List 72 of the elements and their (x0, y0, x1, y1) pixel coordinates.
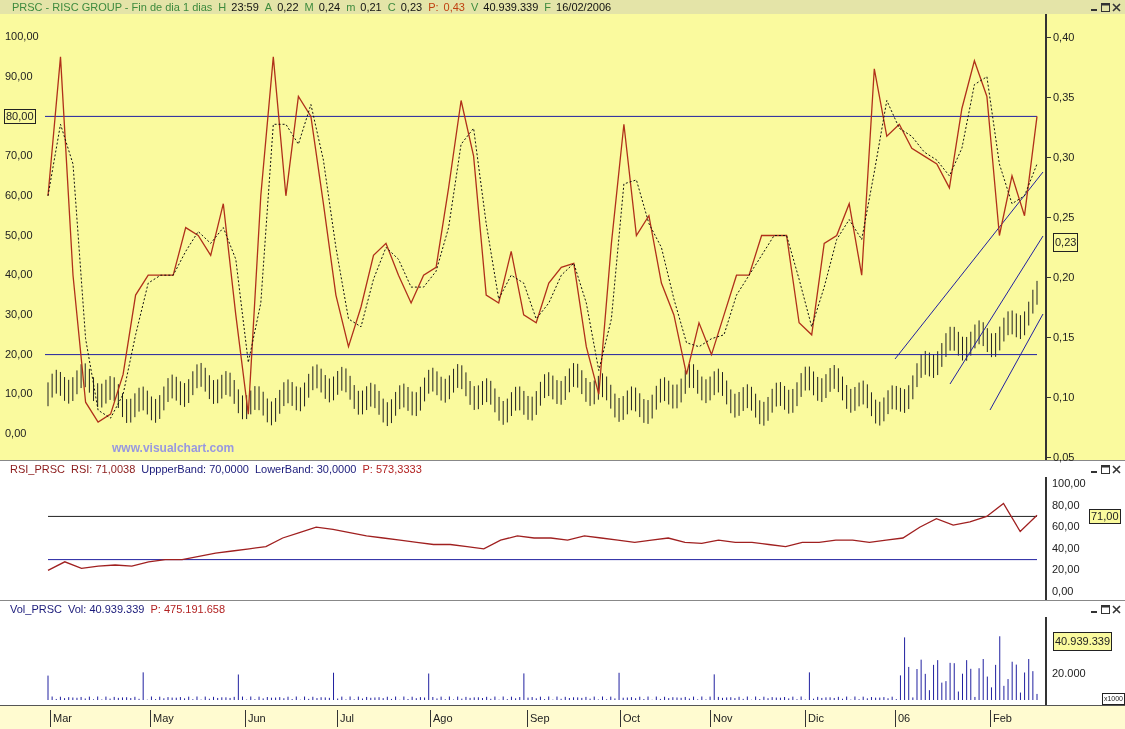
axis-label: 20,00 (1052, 564, 1080, 576)
legend-text: P: 573,3333 (362, 461, 422, 477)
field-value: 0,22 (277, 1, 299, 13)
axis-label: Oct (620, 710, 641, 727)
axis-label: Nov (710, 710, 733, 727)
axis-label: 100,00 (5, 31, 39, 42)
close-icon[interactable] (1112, 464, 1121, 474)
field-label: F (544, 1, 552, 13)
axis-label: 20,00 (5, 348, 33, 360)
axis-label: Jun (245, 710, 266, 727)
axis-label: 30,00 (5, 308, 33, 320)
axis-label: May (150, 710, 174, 727)
field-label: M (304, 1, 314, 13)
axis-label: 0,05 (1053, 449, 1075, 465)
field-label: m (346, 1, 356, 13)
axis-label: 20.000 (1052, 666, 1086, 681)
field-label: V (470, 1, 479, 13)
axis-label: 0,10 (1053, 389, 1075, 405)
axis-label: 0,40 (1053, 29, 1075, 45)
axis-label: Sep (527, 710, 550, 727)
field-label: A (264, 1, 273, 13)
maximize-icon[interactable] (1101, 464, 1110, 474)
axis-label: 90,00 (5, 70, 33, 82)
value-marker: 71,00 (1089, 509, 1121, 525)
branding-text: www.visualchart.com (112, 440, 235, 457)
field-label: P: (428, 1, 439, 13)
axis-label: Mar (50, 710, 72, 727)
axis-label: 40,00 (5, 269, 33, 281)
axis-label: Jul (337, 710, 355, 727)
legend-text: Vol_PRSC (10, 601, 62, 617)
maximize-icon[interactable] (1101, 2, 1110, 12)
close-icon[interactable] (1112, 2, 1121, 12)
legend-text: RSI: 71,0038 (71, 461, 136, 477)
legend-text: LowerBand: 30,0000 (254, 461, 357, 477)
field-value: 16/02/2006 (556, 1, 612, 13)
axis-label: Feb (990, 710, 1012, 727)
level-marker: 80,00 (4, 109, 36, 125)
axis-label: 0,00 (5, 428, 27, 439)
axis-label: 0,35 (1053, 89, 1075, 105)
axis-label: 100,00 (1052, 478, 1086, 489)
axis-label: Ago (430, 710, 453, 727)
axis-label: Dic (805, 710, 824, 727)
axis-label: 0,30 (1053, 149, 1075, 165)
chart-title: PRSC - RISC GROUP - Fin de dia 1 dias (12, 1, 213, 13)
field-label: H (218, 1, 227, 13)
legend-text: UppperBand: 70,0000 (141, 461, 249, 477)
field-value: 40.939.339 (483, 1, 539, 13)
field-value: 23:59 (231, 1, 259, 13)
field-value: 0,21 (360, 1, 382, 13)
legend-text: P: 475.191.658 (150, 601, 226, 617)
field-value: 0,23 (400, 1, 423, 13)
field-label: C (387, 1, 396, 13)
axis-label: 80,00 (1052, 499, 1080, 511)
axis-label: 10,00 (5, 388, 33, 400)
axis-label: 60,00 (5, 189, 33, 201)
axis-label: 0,20 (1053, 269, 1075, 285)
axis-label: 0,15 (1053, 329, 1075, 345)
axis-label: 60,00 (1052, 521, 1080, 533)
value-marker: 40.939.339 (1053, 632, 1113, 651)
legend-text: Vol: 40.939.339 (68, 601, 145, 617)
price-marker: 0,23 (1053, 233, 1079, 252)
axis-label: 50,00 (5, 229, 33, 241)
axis-label: 70,00 (5, 150, 33, 162)
axis-label: 40,00 (1052, 542, 1080, 554)
close-icon[interactable] (1112, 604, 1121, 614)
legend-text: RSI_PRSC (10, 461, 66, 477)
field-value: 0,43 (443, 1, 465, 13)
field-value: 0,24 (318, 1, 341, 13)
axis-label: 0,00 (1052, 586, 1074, 597)
axis-label: 0,25 (1053, 209, 1075, 225)
axis-label: 06 (895, 710, 911, 727)
maximize-icon[interactable] (1101, 604, 1110, 614)
